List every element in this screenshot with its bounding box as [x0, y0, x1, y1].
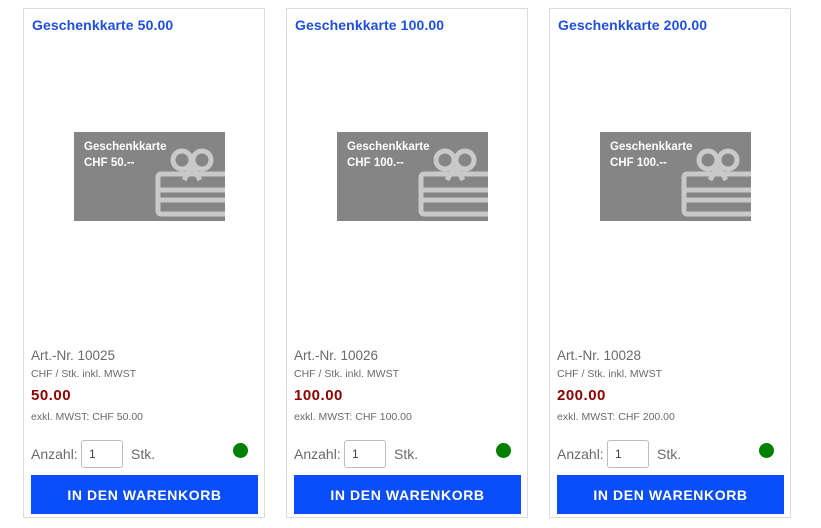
product-image[interactable]: Geschenkkarte CHF 50.-- [74, 132, 225, 221]
net-price: exkl. MWST: CHF 200.00 [557, 411, 675, 423]
product-title-link[interactable]: Geschenkkarte 50.00 [32, 17, 173, 33]
product-title-link[interactable]: Geschenkkarte 200.00 [558, 17, 707, 33]
product-card: Geschenkkarte 100.00 Geschenkkarte CHF 1… [286, 8, 528, 518]
product-title-link[interactable]: Geschenkkarte 100.00 [295, 17, 444, 33]
stock-status-indicator [233, 443, 248, 458]
image-label-line2: CHF 100.-- [610, 157, 667, 169]
product-card: Geschenkkarte 50.00 Geschenkkarte CHF 50… [23, 8, 265, 518]
article-number: Art.-Nr. 10028 [557, 348, 642, 363]
net-price: exkl. MWST: CHF 100.00 [294, 411, 412, 423]
add-to-cart-button[interactable]: IN DEN WARENKORB [31, 475, 258, 514]
quantity-unit: Stk. [394, 446, 419, 462]
net-price: exkl. MWST: CHF 50.00 [31, 411, 144, 423]
quantity-label: Anzahl: [294, 446, 341, 462]
price: 200.00 [557, 387, 606, 404]
unit-text: CHF / Stk. inkl. MWST [557, 368, 662, 380]
price: 100.00 [294, 387, 343, 404]
quantity-input[interactable] [81, 440, 123, 468]
quantity-unit: Stk. [131, 446, 156, 462]
product-image[interactable]: Geschenkkarte CHF 100.-- [600, 132, 751, 221]
image-label-line1: Geschenkkarte [610, 141, 693, 153]
image-label-line2: CHF 50.-- [84, 157, 135, 169]
image-label-line1: Geschenkkarte [347, 141, 430, 153]
unit-text: CHF / Stk. inkl. MWST [31, 368, 136, 380]
image-label-line1: Geschenkkarte [84, 141, 167, 153]
add-to-cart-button[interactable]: IN DEN WARENKORB [557, 475, 784, 514]
quantity-input[interactable] [607, 440, 649, 468]
product-card: Geschenkkarte 200.00 Geschenkkarte CHF 1… [549, 8, 791, 518]
stock-status-indicator [759, 443, 774, 458]
article-number: Art.-Nr. 10026 [294, 348, 379, 363]
quantity-unit: Stk. [657, 446, 682, 462]
add-to-cart-button[interactable]: IN DEN WARENKORB [294, 475, 521, 514]
product-grid: Geschenkkarte 50.00 Geschenkkarte CHF 50… [23, 8, 793, 520]
quantity-label: Anzahl: [557, 446, 604, 462]
price: 50.00 [31, 387, 72, 404]
quantity-input[interactable] [344, 440, 386, 468]
stock-status-indicator [496, 443, 511, 458]
product-image[interactable]: Geschenkkarte CHF 100.-- [337, 132, 488, 221]
image-label-line2: CHF 100.-- [347, 157, 404, 169]
article-number: Art.-Nr. 10025 [31, 348, 116, 363]
quantity-label: Anzahl: [31, 446, 78, 462]
unit-text: CHF / Stk. inkl. MWST [294, 368, 399, 380]
